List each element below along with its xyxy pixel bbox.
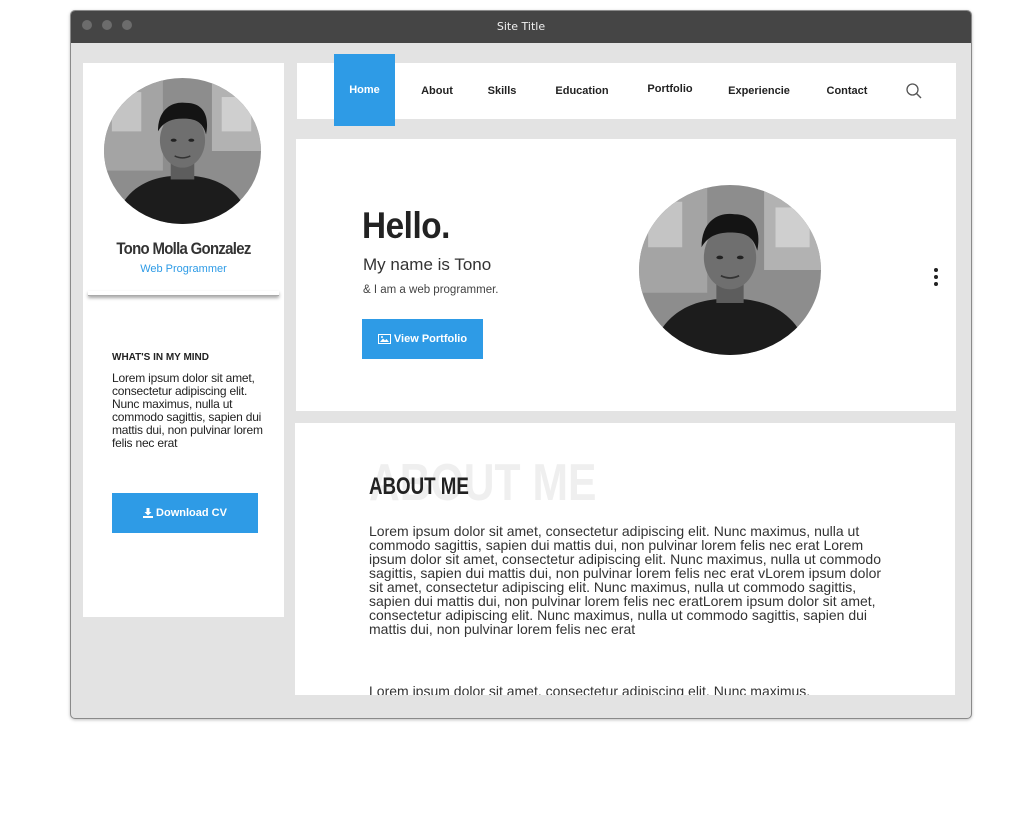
hero-tagline: & I am a web programmer. <box>363 284 499 296</box>
profile-card: Tono Molla Gonzalez Web Programmer <box>83 63 284 292</box>
more-options-icon[interactable] <box>930 267 942 289</box>
nav-home[interactable]: Home <box>334 54 395 126</box>
download-icon <box>143 508 154 518</box>
about-paragraph: Lorem ipsum dolor sit amet, consectetur … <box>369 523 882 637</box>
profile-card-divider <box>88 291 279 296</box>
nav-about[interactable]: About <box>413 63 461 119</box>
about-paragraph: Lorem ipsum dolor sit amet, consectetur … <box>369 683 811 695</box>
sidebar: Tono Molla Gonzalez Web Programmer WHAT'… <box>83 63 284 617</box>
avatar <box>104 78 261 224</box>
hero-photo <box>639 185 821 355</box>
nav-contact[interactable]: Contact <box>819 63 875 119</box>
browser-window: Site Title Tono Molla Gonzalez Web Progr… <box>70 10 972 719</box>
title-bar: Site Title <box>71 11 971 43</box>
nav-education[interactable]: Education <box>549 63 615 119</box>
about-section: ABOUT ME ABOUT ME Lorem ipsum dolor sit … <box>295 423 955 695</box>
nav-skills[interactable]: Skills <box>482 63 522 119</box>
window-title: Site Title <box>496 20 546 33</box>
image-icon <box>377 334 391 344</box>
top-navigation: Home About Skills Education Portfolio Ex… <box>297 54 956 126</box>
profile-name: Tono Molla Gonzalez <box>116 239 251 258</box>
hero-name: My name is Tono <box>363 255 492 274</box>
hero-greeting: Hello. <box>362 205 450 246</box>
search-icon[interactable] <box>905 82 923 100</box>
mind-heading: WHAT'S IN MY MIND <box>112 352 210 363</box>
download-cv-label: Download CV <box>156 507 227 519</box>
hero-section: Hello. My name is Tono & I am a web prog… <box>296 139 956 411</box>
download-cv-button[interactable]: Download CV <box>112 493 258 533</box>
view-portfolio-button[interactable]: View Portfolio <box>362 319 483 359</box>
nav-portfolio[interactable]: Portfolio <box>640 61 700 117</box>
mind-text: Lorem ipsum dolor sit amet, consectetur … <box>112 371 263 450</box>
about-title: ABOUT ME <box>369 473 469 500</box>
view-portfolio-label: View Portfolio <box>393 333 468 345</box>
nav-experiencie[interactable]: Experiencie <box>722 63 796 119</box>
profile-role: Web Programmer <box>140 263 227 275</box>
